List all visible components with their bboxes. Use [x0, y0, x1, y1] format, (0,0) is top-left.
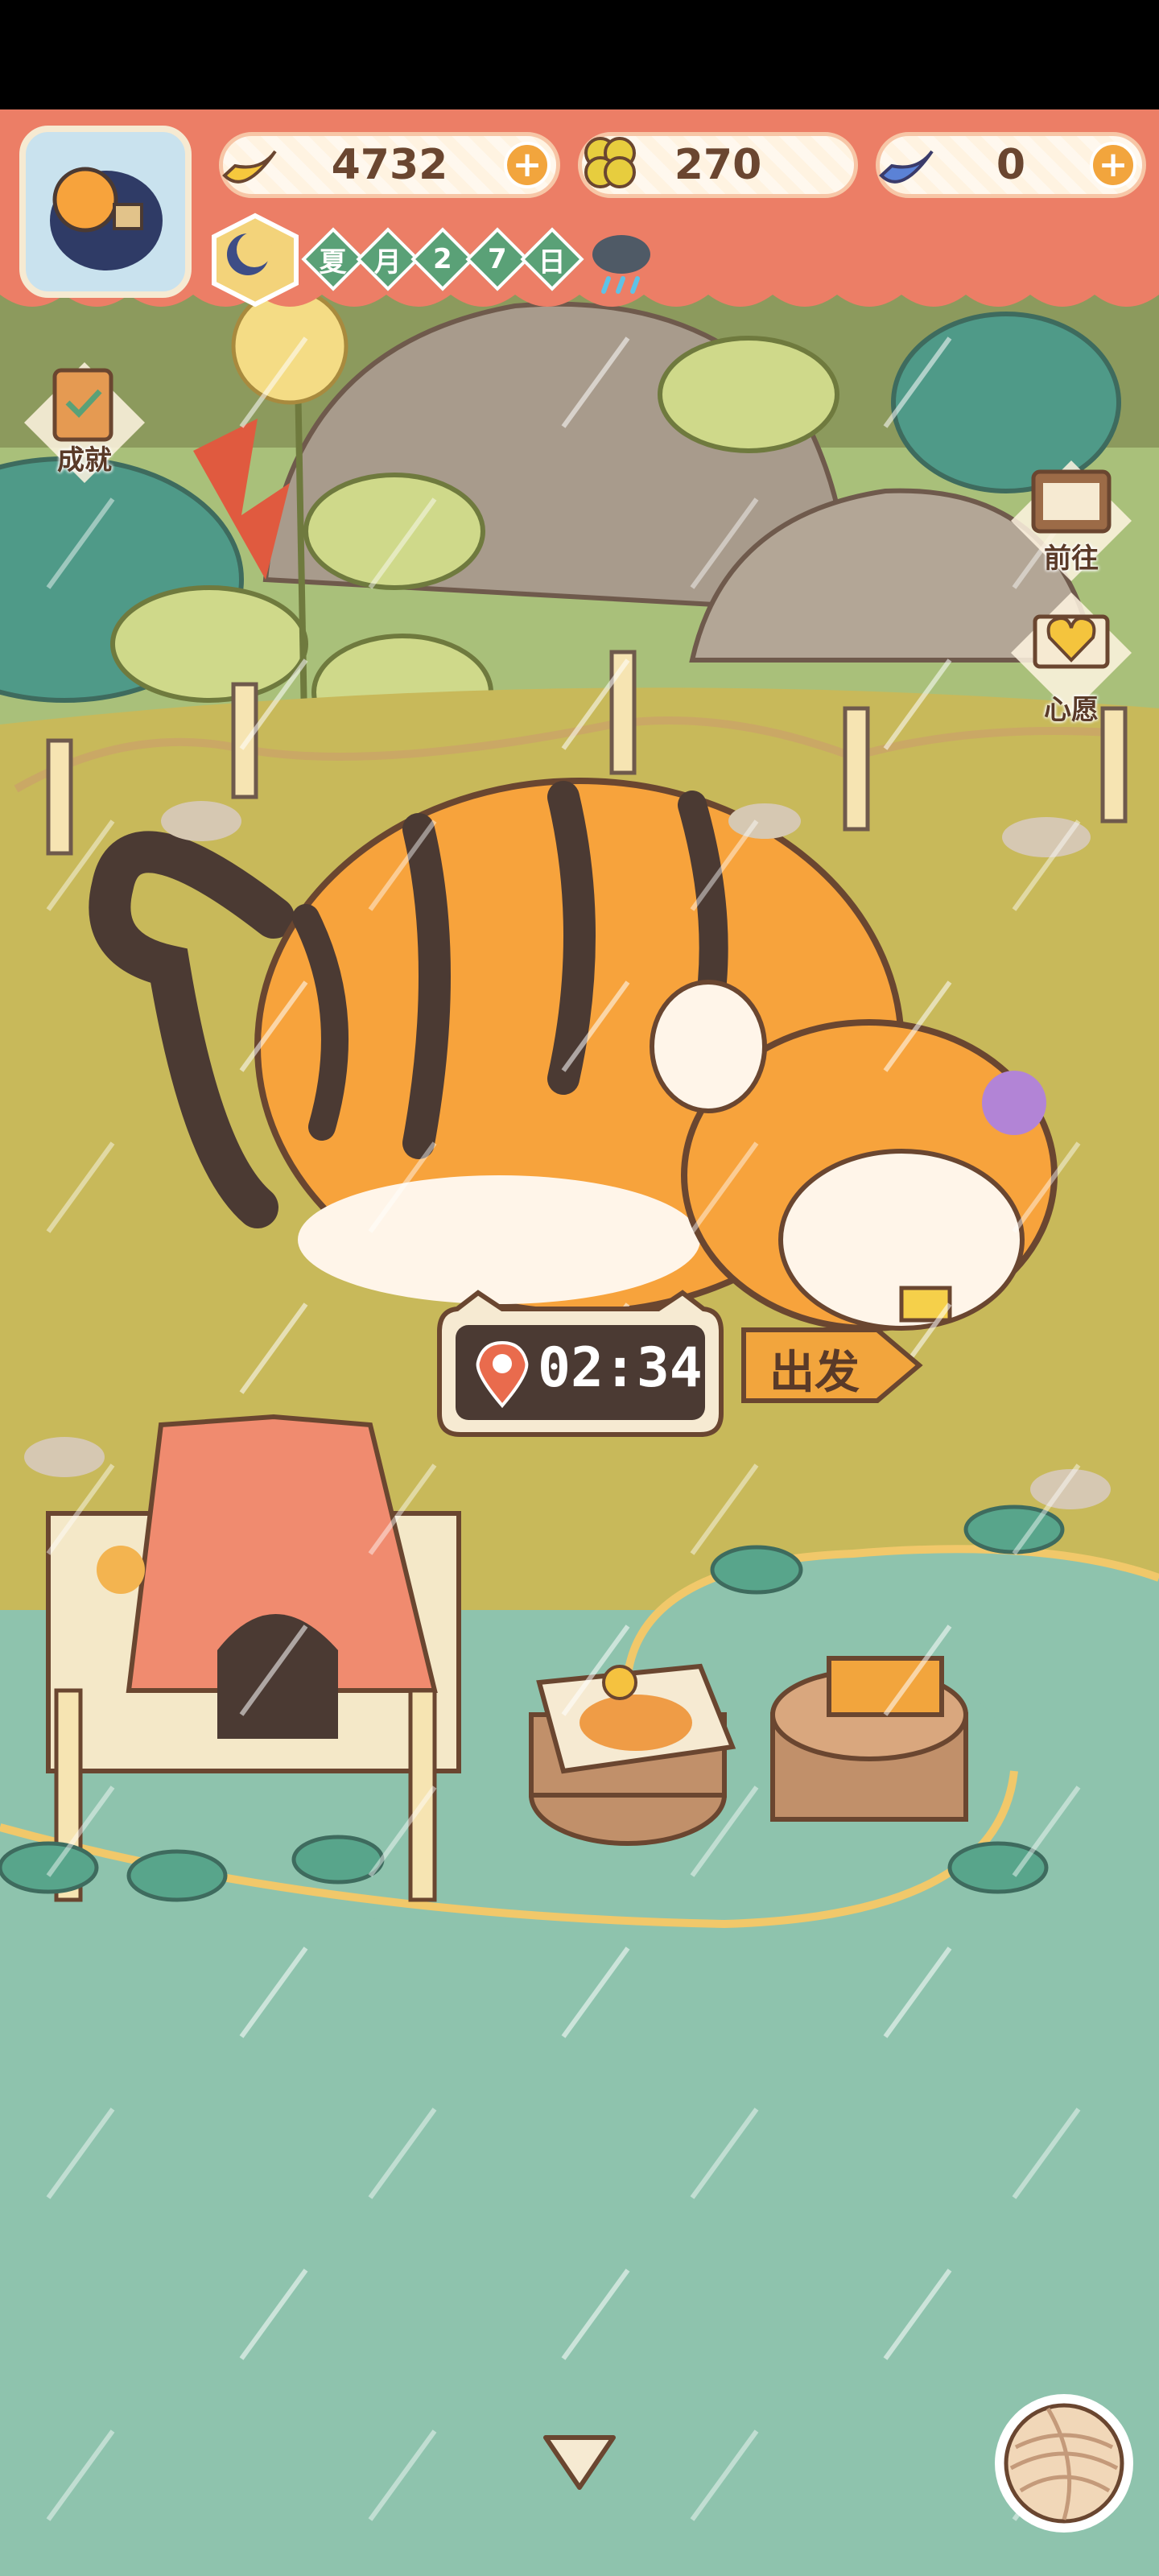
go-button[interactable]: 前往: [1003, 452, 1140, 589]
yarn-ball-button[interactable]: [992, 2391, 1136, 2536]
go-label: 前往: [1044, 543, 1099, 575]
blue-banana-count: 0: [996, 141, 1026, 189]
add-blue-banana-button[interactable]: +: [1090, 142, 1136, 188]
banana-currency: 4732 +: [219, 132, 560, 198]
clover-icon: [584, 137, 636, 188]
clover-currency: 270: [578, 132, 858, 198]
yarn-ball-icon: [995, 2394, 1133, 2533]
add-banana-button[interactable]: +: [504, 142, 551, 188]
wish-button[interactable]: 心愿: [1003, 584, 1140, 726]
banana-count: 4732: [331, 141, 448, 189]
location-pin-icon: [476, 1340, 529, 1409]
wish-label: 心愿: [1044, 694, 1099, 726]
depart-button[interactable]: 出发: [737, 1317, 926, 1414]
date-display: 夏 月 2 7 日: [301, 227, 584, 291]
expedition-timer[interactable]: 02:34: [430, 1286, 731, 1451]
collapse-button[interactable]: [538, 2429, 621, 2497]
timer-countdown: 02:34: [538, 1336, 703, 1400]
player-avatar[interactable]: [19, 126, 192, 298]
status-bar: [0, 0, 1159, 109]
achievement-label: 成就: [57, 444, 112, 477]
depart-label: 出发: [769, 1347, 860, 1399]
season-moon-badge-icon: [212, 213, 299, 308]
blue-banana-icon: [879, 150, 934, 184]
date-day-label: 日: [520, 227, 584, 291]
tiger-avatar-icon: [50, 167, 163, 270]
triangle-down-icon: [543, 2435, 616, 2490]
clover-count: 270: [674, 141, 762, 189]
rain-cloud-icon: [592, 235, 650, 294]
top-hud: 4732 + 270 0 + 夏 月 2 7 日: [0, 109, 1159, 351]
blue-banana-currency: 0 +: [876, 132, 1146, 198]
banana-icon: [222, 150, 277, 184]
achievement-button[interactable]: 成就: [16, 354, 153, 491]
